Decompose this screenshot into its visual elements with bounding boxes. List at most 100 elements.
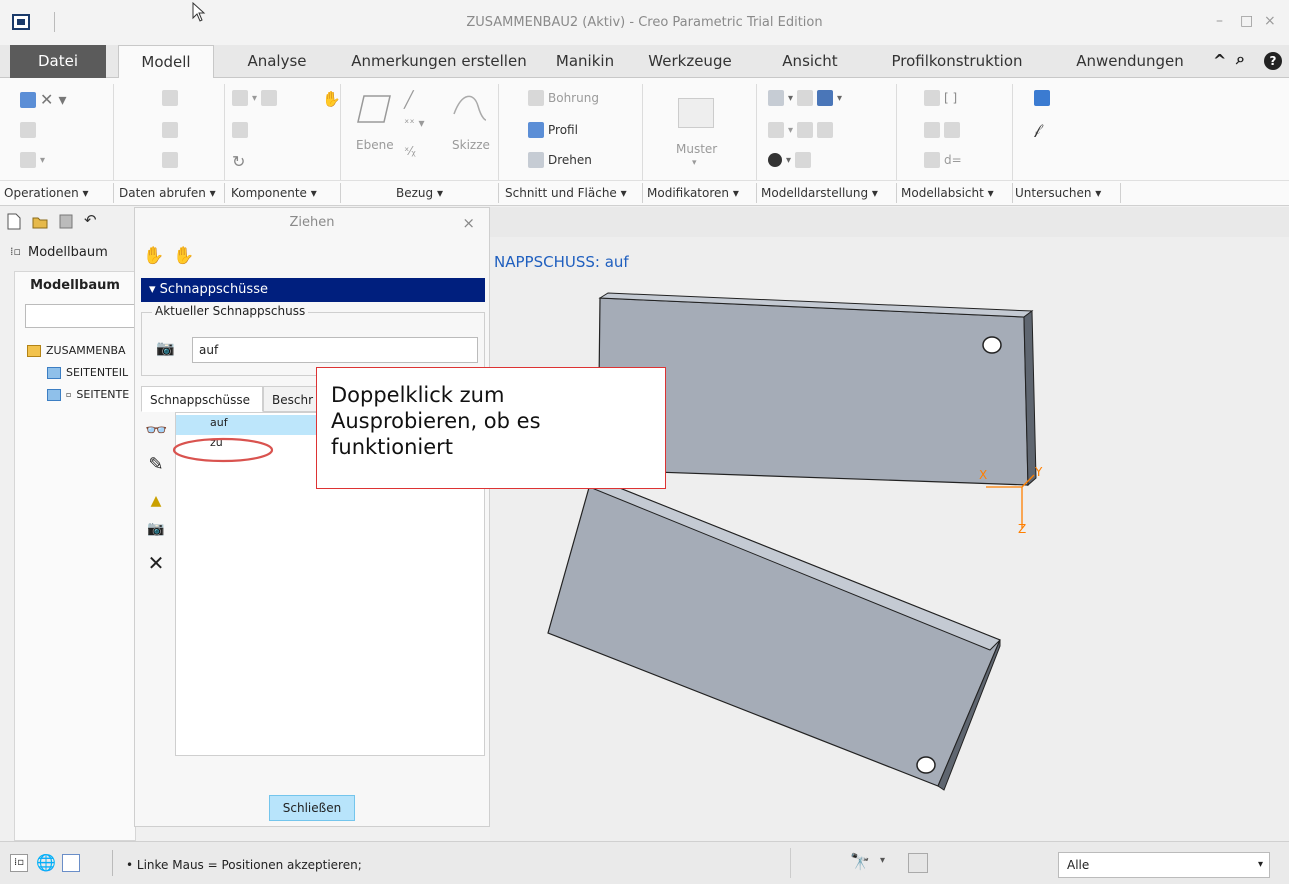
hole-button[interactable]: Bohrung bbox=[528, 90, 599, 106]
ribbon: ✕ ▾ ▾ ▾ ↻ ✋ Ebene ╱ ˣˣ ▾ ˣ⁄ᵪ Skizze Bohr… bbox=[0, 78, 1289, 206]
model-tree-icon: ⁞▫ bbox=[10, 245, 21, 258]
relations-button[interactable]: d= bbox=[924, 152, 962, 168]
minimize-button[interactable]: – bbox=[1216, 13, 1223, 29]
model-tree-tab[interactable]: ⁞▫ Modellbaum bbox=[0, 237, 140, 269]
section-icon bbox=[797, 122, 814, 138]
regenerate-button[interactable]: ✕ ▾ bbox=[20, 90, 67, 109]
group-schnitt-flaeche[interactable]: Schnitt und Fläche ▾ bbox=[505, 186, 627, 200]
lower-plate-face bbox=[547, 476, 1001, 787]
csys-icon[interactable]: ˣ⁄ᵪ bbox=[404, 144, 416, 158]
save-icon[interactable] bbox=[58, 213, 74, 230]
display-style-button[interactable]: ▾ bbox=[768, 122, 834, 138]
model-tree-header: Modellbaum bbox=[30, 278, 120, 293]
sketch-icon bbox=[453, 95, 487, 121]
current-snapshot-input[interactable]: auf bbox=[192, 337, 478, 363]
graphics-area[interactable]: NAPPSCHUSS: auf X Y Z bbox=[490, 207, 1289, 841]
tab-beschraenkungen[interactable]: Beschr bbox=[263, 386, 323, 412]
snapshots-section-header[interactable]: ▾ Schnappschüsse bbox=[141, 278, 485, 302]
tab-anwendungen[interactable]: Anwendungen bbox=[1060, 45, 1200, 78]
paste-button[interactable]: ▾ bbox=[20, 152, 45, 168]
help-icon[interactable]: ? bbox=[1264, 52, 1282, 70]
selection-filter-icon[interactable] bbox=[908, 853, 928, 873]
tab-profilkonstruktion[interactable]: Profilkonstruktion bbox=[872, 45, 1042, 78]
drag-point-icon[interactable]: ✋ bbox=[143, 246, 164, 266]
dialog-close-icon[interactable]: × bbox=[462, 214, 475, 232]
tree-item-part-1[interactable]: SEITENTEIL bbox=[47, 366, 128, 379]
browser-icon[interactable]: 🌐 bbox=[36, 853, 56, 872]
window-title: ZUSAMMENBAU2 (Aktiv) - Creo Parametric T… bbox=[466, 15, 823, 30]
assemble-icon bbox=[232, 90, 248, 106]
find-dropdown-icon[interactable]: ▾ bbox=[880, 855, 885, 866]
group-untersuchen[interactable]: Untersuchen ▾ bbox=[1015, 186, 1101, 200]
group-modellabsicht[interactable]: Modellabsicht ▾ bbox=[901, 186, 994, 200]
close-window-button[interactable]: × bbox=[1264, 13, 1276, 29]
publish-geometry-button[interactable]: [ ] bbox=[924, 90, 957, 106]
global-interference-button[interactable]: 𝒻 bbox=[1034, 122, 1040, 138]
current-snapshot-legend: Aktueller Schnappschuss bbox=[152, 304, 309, 318]
tree-item-part-2[interactable]: ▫ SEITENTE bbox=[47, 388, 129, 401]
tab-modell[interactable]: Modell bbox=[118, 45, 214, 79]
sphere-icon bbox=[768, 153, 782, 167]
copy-button[interactable] bbox=[20, 122, 36, 138]
analysis-button[interactable] bbox=[1034, 90, 1050, 106]
csys-y-label: Y bbox=[1035, 465, 1043, 479]
delete-snapshot-icon[interactable]: ✕ bbox=[145, 552, 167, 574]
camera-icon[interactable]: 📷 bbox=[156, 339, 175, 357]
find-icon[interactable]: 🔭 bbox=[850, 852, 870, 871]
tree-filter-input[interactable] bbox=[25, 304, 137, 328]
tab-ansicht[interactable]: Ansicht bbox=[760, 45, 860, 78]
model-tree-tab-label: Modellbaum bbox=[28, 245, 108, 260]
fullscreen-icon[interactable] bbox=[62, 854, 80, 872]
tab-anmerkungen[interactable]: Anmerkungen erstellen bbox=[338, 45, 540, 78]
undo-icon[interactable]: ↶ bbox=[84, 211, 100, 229]
part-icon bbox=[47, 388, 61, 401]
display-style-icon bbox=[768, 122, 784, 138]
new-file-icon[interactable] bbox=[6, 213, 22, 230]
pattern-button[interactable]: Muster bbox=[676, 142, 717, 156]
selection-filter-select[interactable]: Alle ▾ bbox=[1058, 852, 1270, 878]
maximize-button[interactable]: □ bbox=[1240, 13, 1253, 29]
warning-add-icon[interactable]: ▲ bbox=[145, 490, 167, 512]
assemble-button[interactable]: ▾ bbox=[232, 90, 278, 106]
tab-schnappschuesse[interactable]: Schnappschüsse bbox=[141, 386, 263, 412]
group-bezug[interactable]: Bezug ▾ bbox=[396, 186, 443, 200]
user-defined-feature-button[interactable] bbox=[162, 90, 178, 106]
camera-export-icon[interactable]: 📷 bbox=[145, 518, 167, 540]
placement-icon: ▫ bbox=[66, 390, 72, 399]
appearance-gallery-button[interactable]: ▾ bbox=[768, 152, 812, 168]
model-tree-toggle-icon[interactable]: ⁞▫ bbox=[10, 854, 28, 872]
open-folder-icon[interactable] bbox=[32, 213, 48, 230]
tree-item-assembly[interactable]: ZUSAMMENBA bbox=[27, 344, 126, 357]
repeat-button[interactable] bbox=[232, 122, 248, 138]
copy-geometry-button[interactable] bbox=[162, 122, 178, 138]
point-icon[interactable]: ˣˣ ▾ bbox=[404, 116, 425, 130]
revolve-button[interactable]: Drehen bbox=[528, 152, 592, 168]
view-manager-button[interactable]: ▾ ▾ bbox=[768, 90, 842, 106]
close-dialog-button[interactable]: Schließen bbox=[269, 795, 355, 821]
drag-components-button[interactable]: ✋ bbox=[322, 90, 341, 108]
tab-datei[interactable]: Datei bbox=[10, 45, 106, 78]
group-modifikatoren[interactable]: Modifikatoren ▾ bbox=[647, 186, 739, 200]
pencil-icon[interactable]: ✎ bbox=[145, 454, 167, 476]
pattern-dropdown[interactable]: ▾ bbox=[692, 158, 697, 168]
tab-manikin[interactable]: Manikin bbox=[544, 45, 626, 78]
upper-plate-hole bbox=[982, 336, 1002, 354]
sketch-button[interactable]: Skizze bbox=[452, 138, 490, 152]
shrinkwrap-button[interactable] bbox=[162, 152, 178, 168]
glasses-icon[interactable]: 👓 bbox=[145, 420, 167, 442]
group-komponente[interactable]: Komponente ▾ bbox=[231, 186, 317, 200]
group-daten-abrufen[interactable]: Daten abrufen ▾ bbox=[119, 186, 216, 200]
group-operationen[interactable]: Operationen ▾ bbox=[4, 186, 89, 200]
tab-werkzeuge[interactable]: Werkzeuge bbox=[636, 45, 744, 78]
collapse-ribbon-icon[interactable]: ^ bbox=[1213, 51, 1226, 70]
axis-icon[interactable]: ╱ bbox=[404, 90, 414, 109]
rotate-button[interactable]: ↻ bbox=[232, 152, 245, 171]
extrude-button[interactable]: Profil bbox=[528, 122, 578, 138]
drag-body-icon[interactable]: ✋ bbox=[173, 246, 194, 266]
search-icon[interactable]: ⌕ bbox=[1236, 49, 1245, 69]
group-modelldarstellung[interactable]: Modelldarstellung ▾ bbox=[761, 186, 878, 200]
assembly-icon bbox=[27, 344, 41, 357]
tab-analyse[interactable]: Analyse bbox=[224, 45, 330, 78]
parameters-button[interactable] bbox=[924, 122, 960, 138]
plane-button[interactable]: Ebene bbox=[356, 138, 394, 152]
